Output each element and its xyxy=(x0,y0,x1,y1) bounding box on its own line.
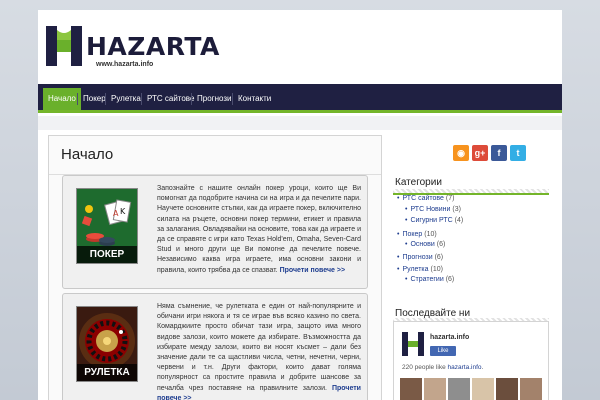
fan-avatar[interactable] xyxy=(448,378,470,400)
fan-avatar[interactable] xyxy=(400,378,422,400)
main-nav: Начало Покер Рулетка РТС сайтове Прогноз… xyxy=(38,84,562,113)
fb-like-count: 220 people like hazarta.info. xyxy=(402,364,483,371)
poker-thumbnail[interactable]: A K ПОКЕР xyxy=(76,188,138,264)
roulette-thumbnail[interactable]: РУЛЕТКА xyxy=(76,306,138,382)
post-card-roulette: РУЛЕТКА Няма съмнение, че рулетката е ед… xyxy=(62,293,368,400)
category-link[interactable]: РТС сайтове xyxy=(402,195,444,202)
category-item[interactable]: Стратегии (6) xyxy=(405,276,454,283)
post-text: Няма съмнение, че рулетката е един от на… xyxy=(157,303,361,392)
fb-count-link[interactable]: hazarta.info xyxy=(448,364,482,371)
logo-url: www.hazarta.info xyxy=(96,61,154,68)
category-link[interactable]: Прогнози xyxy=(402,254,432,261)
nav-item-home[interactable]: Начало xyxy=(43,88,81,110)
category-link[interactable]: РТС Новини xyxy=(410,206,450,213)
category-item[interactable]: РТС Новини (3) xyxy=(405,206,461,213)
category-count: (6) xyxy=(434,254,444,261)
site-header: HAZARTA www.hazarta.info xyxy=(38,10,562,84)
svg-text:K: K xyxy=(120,207,126,216)
fb-page-name[interactable]: hazarta.info xyxy=(430,334,469,341)
page-wrapper: HAZARTA www.hazarta.info Начало Покер Ру… xyxy=(38,10,562,400)
rss-icon[interactable]: ◉ xyxy=(453,145,469,161)
category-count: (7) xyxy=(445,195,455,202)
fan-avatar[interactable] xyxy=(424,378,446,400)
fb-count-end: . xyxy=(481,364,484,371)
post-card-poker: A K ПОКЕР Запознайте с нашите онлайн пок… xyxy=(62,175,368,289)
category-count: (10) xyxy=(424,231,437,238)
category-item[interactable]: Прогнози (6) xyxy=(397,254,443,261)
nav-item-roulette[interactable]: Рулетка xyxy=(106,88,146,110)
category-item[interactable]: Сигурни РТС (4) xyxy=(405,217,463,224)
fan-avatar[interactable] xyxy=(520,378,542,400)
facebook-icon[interactable]: f xyxy=(491,145,507,161)
logo-text[interactable]: HAZARTA xyxy=(86,32,220,61)
category-item[interactable]: Рулетка (10) xyxy=(397,266,443,273)
categories-title: Категории xyxy=(395,177,442,188)
roulette-image-label: РУЛЕТКА xyxy=(77,364,137,381)
category-item[interactable]: РТС сайтове (7) xyxy=(397,195,454,202)
main-content: Начало A K ПОКЕР Запознайте с нашите онл… xyxy=(48,135,382,400)
category-link[interactable]: Стратегии xyxy=(410,276,443,283)
category-link[interactable]: Сигурни РТС xyxy=(410,217,452,224)
category-count: (3) xyxy=(452,206,461,213)
facebook-like-box: hazarta.info Like 220 people like hazart… xyxy=(393,321,549,400)
category-count: (6) xyxy=(445,276,455,283)
category-link[interactable]: Основи xyxy=(410,241,434,248)
post-excerpt: Запознайте с нашите онлайн покер уроци, … xyxy=(157,184,361,276)
category-item[interactable]: Покер (10) xyxy=(397,231,437,238)
post-excerpt: Няма съмнение, че рулетката е един от на… xyxy=(157,302,361,400)
google-plus-icon[interactable]: g+ xyxy=(472,145,488,161)
fan-avatar[interactable] xyxy=(472,378,494,400)
twitter-icon[interactable]: t xyxy=(510,145,526,161)
fb-page-logo-icon[interactable] xyxy=(402,332,424,356)
read-more-link[interactable]: Прочети повече >> xyxy=(280,267,345,274)
svg-text:A: A xyxy=(113,209,119,218)
fan-avatar[interactable] xyxy=(496,378,518,400)
poker-image-label: ПОКЕР xyxy=(77,246,137,263)
sidebar: ◉ g+ f t Категории РТС сайтове (7) РТС Н… xyxy=(393,135,553,400)
fb-count-text: 220 people like xyxy=(402,364,446,371)
category-item[interactable]: Основи (6) xyxy=(405,241,445,248)
nav-item-predictions[interactable]: Прогнози xyxy=(192,88,236,110)
category-link[interactable]: Покер xyxy=(402,231,422,238)
logo-icon[interactable] xyxy=(46,26,82,66)
fb-like-button[interactable]: Like xyxy=(430,346,456,356)
category-count: (10) xyxy=(430,266,443,273)
nav-item-contacts[interactable]: Контакти xyxy=(233,88,276,110)
category-link[interactable]: Рулетка xyxy=(402,266,428,273)
header-band xyxy=(38,116,562,130)
category-count: (4) xyxy=(454,217,464,224)
category-count: (6) xyxy=(436,241,446,248)
post-text: Запознайте с нашите онлайн покер уроци, … xyxy=(157,185,361,274)
page-title: Начало xyxy=(61,146,114,163)
